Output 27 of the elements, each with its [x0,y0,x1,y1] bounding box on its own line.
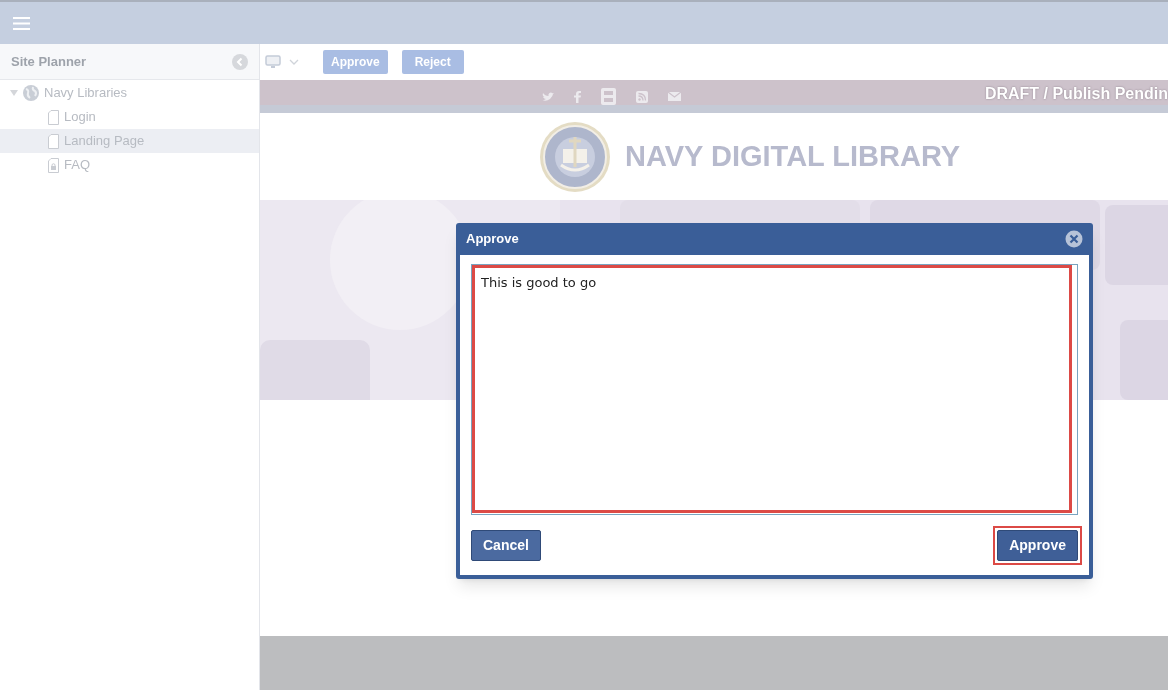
mail-icon[interactable] [668,92,681,101]
bird-icon[interactable] [542,91,554,102]
chevron-down-icon[interactable] [289,59,299,65]
close-icon[interactable] [1065,230,1083,248]
toolbar-button[interactable]: Approve [323,50,388,74]
globe-icon [23,85,39,101]
page-icon [48,133,59,149]
video-icon[interactable] [601,88,616,105]
approve-button[interactable]: Approve [997,530,1078,561]
collapse-icon[interactable] [232,53,248,70]
cancel-button[interactable]: Cancel [471,530,541,561]
facebook-icon[interactable] [574,90,581,103]
comment-field[interactable]: This is good to go [472,265,1072,513]
monitor-icon[interactable] [265,55,281,69]
menu-icon[interactable] [13,16,30,30]
locked-page-icon [48,157,59,173]
tree-item[interactable]: Login [0,105,259,129]
status-text: DRAFT / Publish Pendin [984,84,1168,104]
tree-item[interactable]: FAQ [0,153,259,177]
dialog-title: Approve [466,230,519,249]
sidebar-title: Site Planner [11,52,87,71]
rss-icon[interactable] [636,90,648,103]
toolbar-button[interactable]: Reject [401,50,464,74]
tree-item[interactable]: Navy Libraries [0,81,259,105]
page-icon [48,109,59,125]
site-title: NAVY DIGITAL LIBRARY [625,138,961,174]
expanded-caret-icon[interactable] [10,90,18,96]
